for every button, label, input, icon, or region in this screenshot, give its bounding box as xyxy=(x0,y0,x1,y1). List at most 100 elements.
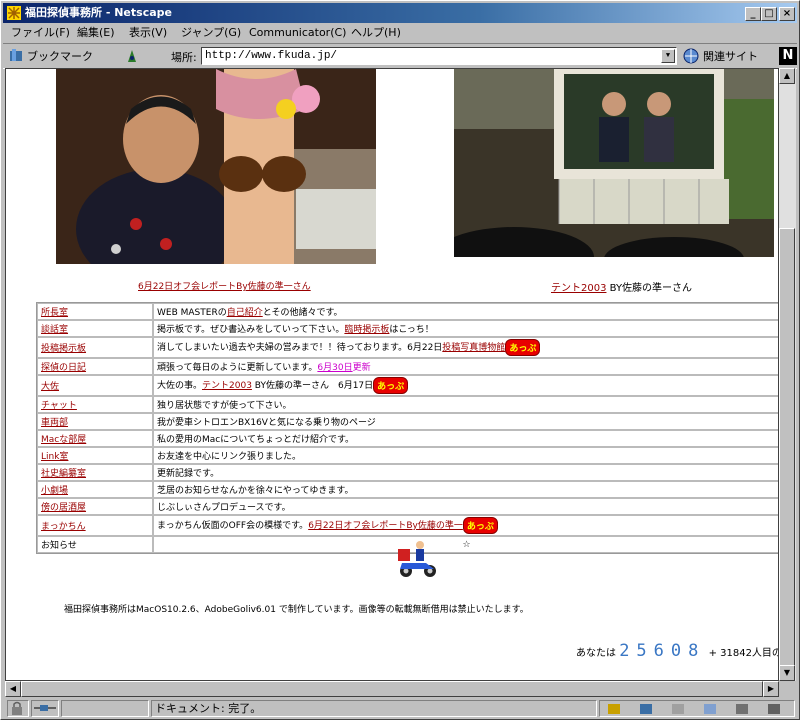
offkai-photo[interactable] xyxy=(56,69,376,264)
nav-link-link-room[interactable]: Link室 xyxy=(41,452,68,462)
browser-window: 福田探偵事務所 - Netscape _ □ × ファイル(F) 編集(E) 表… xyxy=(0,0,800,720)
offkai-row-link[interactable]: 6月22日オフ会レポートBy佐藤の準一 xyxy=(308,521,463,531)
url-dropdown-arrow[interactable]: ▼ xyxy=(661,49,675,63)
maximize-button[interactable]: □ xyxy=(761,7,777,21)
connection-icon xyxy=(31,700,59,717)
scroll-up-arrow[interactable]: ▲ xyxy=(779,68,795,84)
table-row: 探偵の日記 頑張って毎日のように更新しています。6月30日更新 xyxy=(37,358,778,375)
delivery-scooter-icon xyxy=(398,541,436,577)
up-badge: あっぷ xyxy=(462,517,498,534)
table-row: Macな部屋 私の愛用のMacについてちょっとだけ紹介です。 xyxy=(37,430,778,447)
row-text: 私の愛用のMacについてちょっとだけ紹介です。 xyxy=(157,435,355,445)
table-row: 傍の居酒屋 じぶしぃさんプロデュースです。 xyxy=(37,498,778,515)
table-row: 小劇場 芝居のお知らせなんかを徐々にやってゆきます。 xyxy=(37,481,778,498)
row-text: 我が愛車シトロエンBX16Vと気になる乗り物のページ xyxy=(157,418,376,428)
left-photo-caption[interactable]: 6月22日オフ会レポートBy佐藤の準一さん xyxy=(138,279,311,292)
progress-meter xyxy=(61,700,149,717)
diary-date-link[interactable]: 6月30日 xyxy=(317,363,352,373)
row-text: はこっち！ xyxy=(389,325,434,335)
status-bar: ドキュメント: 完了。 xyxy=(3,698,797,719)
row-text: 更新記録です。 xyxy=(157,469,220,479)
tent2003-row-link[interactable]: テント2003 xyxy=(202,381,252,391)
temp-bbs-link[interactable]: 臨時掲示板 xyxy=(344,325,389,335)
menu-communicator[interactable]: Communicator(C) xyxy=(247,24,348,42)
menu-help[interactable]: ヘルプ(H) xyxy=(349,24,403,42)
minimize-button[interactable]: _ xyxy=(745,7,761,21)
table-row: 大佐 大佐の事。テント2003 BY佐藤の準ーさん 6月17日 あっぷ xyxy=(37,375,778,396)
table-row: 投稿掲示板 消してしまいたい過去や夫婦の営みまで！！待っております。6月22日投… xyxy=(37,337,778,358)
row-text: 大佐の事。 xyxy=(157,381,203,391)
location-bar: ブックマーク 場所: http://www.fkuda.jp/ ▼ 関連サイト … xyxy=(3,43,797,69)
footer-note: 福田探偵事務所はMacOS10.2.6、AdobeGoliv6.01 で制作して… xyxy=(64,605,529,615)
nav-link-diary[interactable]: 探偵の日記 xyxy=(41,363,86,373)
scroll-down-arrow[interactable]: ▼ xyxy=(779,665,795,681)
row-text: 芝居のお知らせなんかを徐々にやってゆきます。 xyxy=(157,486,354,496)
nav-link-shogekijo[interactable]: 小劇場 xyxy=(41,486,68,496)
nav-link-danwashitsu[interactable]: 談話室 xyxy=(41,325,68,335)
nav-link-izakaya[interactable]: 傍の居酒屋 xyxy=(41,503,86,513)
nav-link-chat[interactable]: チャット xyxy=(41,401,77,411)
row-text: 消してしまいたい過去や夫婦の営みまで！！待っております。6月22日 xyxy=(157,343,443,353)
nav-link-taisa[interactable]: 大佐 xyxy=(41,382,59,392)
right-photo-caption: テント2003 BY佐藤の準ーさん xyxy=(551,279,692,294)
close-button[interactable]: × xyxy=(779,7,795,21)
table-row: まっかちん まっかちん仮面のOFF会の模様です。6月22日オフ会レポートBy佐藤… xyxy=(37,515,778,536)
nav-link-sharyobu[interactable]: 車両部 xyxy=(41,418,68,428)
window-title: 福田探偵事務所 - Netscape xyxy=(25,6,172,19)
nav-link-toko-bbs[interactable]: 投稿掲示板 xyxy=(41,344,86,354)
location-label: 場所: xyxy=(171,51,197,64)
right-caption-text: BY佐藤の準ーさん xyxy=(606,283,693,294)
table-row: Link室 お友達を中心にリンク張りました。 xyxy=(37,447,778,464)
photo-museum-link[interactable]: 投稿写真博物館 xyxy=(442,343,505,353)
menu-bar: ファイル(F) 編集(E) 表示(V) ジャンプ(G) Communicator… xyxy=(3,24,797,42)
offkai-photo-image xyxy=(56,69,376,264)
update-label: 更新 xyxy=(352,363,371,373)
netscape-logo[interactable]: N xyxy=(779,47,797,65)
row-text: とその他諸々です。 xyxy=(262,308,343,318)
row-text: まっかちん仮面のOFF会の模様です。 xyxy=(157,521,309,531)
title-bar[interactable]: 福田探偵事務所 - Netscape _ □ × xyxy=(3,3,797,23)
nav-link-shochoshitsu[interactable]: 所長室 xyxy=(41,308,68,318)
notice-label: お知らせ xyxy=(41,541,77,551)
nav-link-mac-room[interactable]: Macな部屋 xyxy=(41,435,86,445)
notice-star: ☆ xyxy=(462,539,471,550)
row-text: お友達を中心にリンク張りました。 xyxy=(157,452,302,462)
row-text: 頑張って毎日のように更新しています。 xyxy=(157,363,318,373)
menu-edit[interactable]: 編集(E) xyxy=(75,24,117,42)
menu-file[interactable]: ファイル(F) xyxy=(9,24,72,42)
related-sites-icon xyxy=(683,48,699,64)
menu-go[interactable]: ジャンプ(G) xyxy=(179,24,243,42)
horizontal-scrollbar[interactable]: ◀ ▶ xyxy=(5,681,779,697)
security-lock-icon[interactable] xyxy=(7,700,29,717)
table-row: 社史編纂室 更新記録です。 xyxy=(37,464,778,481)
nav-link-makkachin[interactable]: まっかちん xyxy=(41,522,86,532)
table-row: 談話室 掲示板です。ぜひ書込みをしていって下さい。臨時掲示板はこっち！ xyxy=(37,320,778,337)
row-text: WEB MASTERの xyxy=(157,308,227,318)
nav-link-shashi[interactable]: 社史編纂室 xyxy=(41,469,86,479)
offkai-report-link[interactable]: 6月22日オフ会レポートBy佐藤の準一さん xyxy=(138,282,311,292)
url-input[interactable]: http://www.fkuda.jp/ ▼ xyxy=(201,47,677,65)
url-text: http://www.fkuda.jp/ xyxy=(205,50,338,62)
scroll-left-arrow[interactable]: ◀ xyxy=(5,681,21,697)
page-proxy-icon[interactable] xyxy=(125,48,139,64)
vertical-scrollbar[interactable]: ▲ ▼ xyxy=(779,68,796,681)
table-row: チャット 独り居状態ですが使って下さい。 xyxy=(37,396,778,413)
self-intro-link[interactable]: 自己紹介 xyxy=(227,308,263,318)
menu-view[interactable]: 表示(V) xyxy=(127,24,169,42)
component-bar xyxy=(599,700,795,717)
counter-prefix: あなたは xyxy=(576,648,616,659)
netscape-app-icon xyxy=(7,6,21,20)
related-sites-button[interactable]: 関連サイト xyxy=(703,48,758,64)
bookmarks-button[interactable]: ブックマーク xyxy=(27,48,93,64)
row-text: BY佐藤の準ーさん 6月17日 xyxy=(251,381,374,391)
table-row: 車両部 我が愛車シトロエンBX16Vと気になる乗り物のページ xyxy=(37,413,778,430)
scroll-thumb[interactable] xyxy=(779,228,795,668)
scroll-right-arrow[interactable]: ▶ xyxy=(763,681,779,697)
counter-suffix: + 31842人目の依頼 xyxy=(708,648,778,659)
tent2003-link[interactable]: テント2003 xyxy=(551,283,606,294)
hscroll-thumb[interactable] xyxy=(21,681,763,697)
row-text: 掲示板です。ぜひ書込みをしていって下さい。 xyxy=(157,325,345,335)
site-menu-table: 所長室 WEB MASTERの自己紹介とその他諸々です。 談話室 掲示板です。ぜ… xyxy=(36,302,778,554)
tent-photo[interactable] xyxy=(454,69,774,257)
up-badge: あっぷ xyxy=(505,339,541,356)
